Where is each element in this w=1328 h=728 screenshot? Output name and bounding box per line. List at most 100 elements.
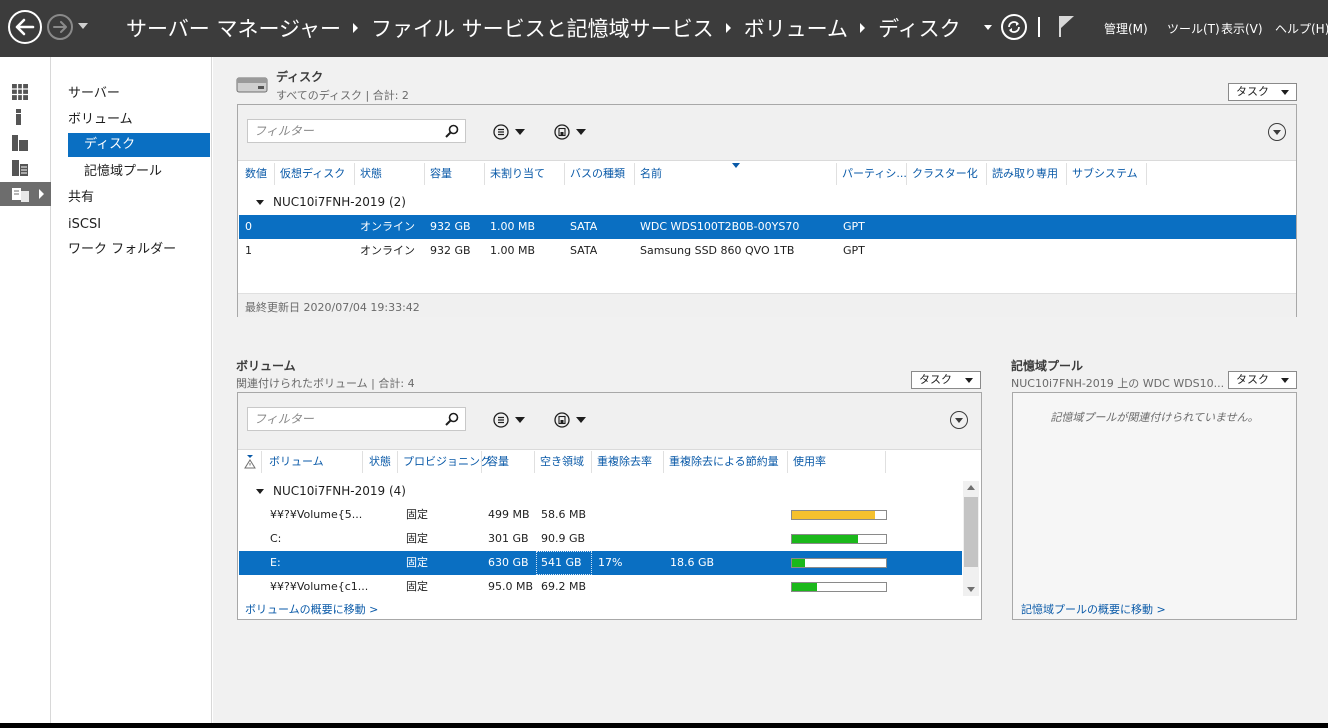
breadcrumb-item[interactable]: サーバー マネージャー	[126, 13, 341, 43]
breadcrumb-dropdown[interactable]	[984, 25, 992, 30]
chevron-down-icon	[576, 129, 586, 135]
menu-help[interactable]: ヘルプ(H)	[1275, 20, 1328, 37]
column-divider	[591, 451, 592, 473]
column-divider	[424, 163, 425, 185]
dashboard-nav[interactable]	[0, 80, 51, 104]
breadcrumb-item[interactable]: ディスク	[878, 13, 961, 43]
scroll-down-icon[interactable]	[967, 587, 975, 592]
tree-item-disks[interactable]: ディスク	[68, 133, 210, 157]
disks-expand-button[interactable]	[1268, 123, 1286, 141]
table-row[interactable]: C: 固定 301 GB 90.9 GB	[239, 527, 962, 551]
col-free-space[interactable]: 空き領域	[540, 451, 584, 473]
column-divider	[986, 163, 987, 185]
volumes-filter-input[interactable]: フィルター	[247, 407, 466, 431]
tree-item-volumes[interactable]: ボリューム	[68, 108, 133, 132]
scrollbar-thumb[interactable]	[964, 497, 978, 567]
col-number[interactable]: 数値	[245, 163, 267, 185]
disks-list-options-button[interactable]	[493, 124, 525, 140]
search-icon[interactable]	[445, 124, 459, 138]
column-divider	[274, 163, 275, 185]
disks-group-header[interactable]: NUC10i7FNH-2019 (2)	[256, 195, 406, 209]
history-dropdown[interactable]	[78, 23, 88, 29]
cell-capacity: 95.0 MB	[488, 580, 534, 593]
chevron-down-icon	[576, 417, 586, 423]
menu-manage[interactable]: 管理(M)	[1104, 20, 1148, 37]
main-content: ディスク すべてのディスク | 合計: 2 タスク フィルター 数値 仮想ディス…	[213, 57, 1328, 728]
tree-item-shares[interactable]: 共有	[68, 186, 94, 210]
list-options-icon	[493, 124, 509, 140]
col-usage[interactable]: 使用率	[793, 451, 826, 473]
col-capacity[interactable]: 容量	[487, 451, 509, 473]
tree-item-iscsi[interactable]: iSCSI	[68, 213, 101, 237]
refresh-button[interactable]	[1001, 14, 1027, 40]
disks-filter-input[interactable]: フィルター	[247, 119, 466, 143]
col-partition[interactable]: パーティシ...	[842, 163, 907, 185]
col-state[interactable]: 状態	[369, 451, 391, 473]
file-services-nav[interactable]	[0, 156, 51, 180]
arrow-left-icon	[15, 18, 35, 36]
volumes-expand-button[interactable]	[950, 411, 968, 429]
volumes-list-options-button[interactable]	[493, 412, 525, 428]
warning-sort-icon[interactable]	[244, 455, 256, 469]
local-server-nav[interactable]	[0, 105, 51, 129]
usage-bar	[791, 558, 887, 568]
go-to-volumes-overview-link[interactable]: ボリュームの概要に移動 >	[245, 601, 378, 617]
breadcrumb-item[interactable]: ボリューム	[744, 13, 848, 43]
menu-tools[interactable]: ツール(T)	[1167, 20, 1220, 37]
forward-button[interactable]	[47, 14, 73, 40]
column-divider	[484, 163, 485, 185]
col-dedup-rate[interactable]: 重複除去率	[597, 451, 652, 473]
table-row[interactable]: 0 オンライン 932 GB 1.00 MB SATA WDC WDS100T2…	[239, 215, 1296, 239]
col-clustered[interactable]: クラスター化	[912, 163, 978, 185]
refresh-icon	[1008, 21, 1020, 33]
tree-item-storage-pools[interactable]: 記憶域プール	[84, 160, 162, 184]
all-servers-nav[interactable]	[0, 131, 51, 155]
column-divider	[354, 163, 355, 185]
tree-item-work-folders[interactable]: ワーク フォルダー	[68, 238, 176, 262]
table-row[interactable]: ¥¥?¥Volume{c1... 固定 95.0 MB 69.2 MB	[239, 575, 962, 599]
usage-bar-fill	[792, 583, 818, 591]
storage-services-nav[interactable]	[0, 182, 51, 206]
cell-partition: GPT	[843, 244, 865, 257]
col-virtual-disk[interactable]: 仮想ディスク	[280, 163, 345, 185]
table-row[interactable]: 1 オンライン 932 GB 1.00 MB SATA Samsung SSD …	[239, 239, 1296, 263]
column-divider	[481, 451, 482, 473]
volumes-save-query-button[interactable]	[554, 412, 586, 428]
col-dedup-savings[interactable]: 重複除去による節約量	[669, 451, 779, 473]
col-capacity[interactable]: 容量	[430, 163, 452, 185]
col-provisioning[interactable]: プロビジョニング	[403, 451, 491, 473]
disks-save-query-button[interactable]	[554, 124, 586, 140]
task-label: タスク	[919, 373, 952, 386]
chevron-down-icon	[515, 417, 525, 423]
disks-subtitle: すべてのディスク | 合計: 2	[276, 89, 409, 102]
col-name[interactable]: 名前	[640, 163, 662, 185]
col-volume[interactable]: ボリューム	[269, 451, 324, 473]
cell-capacity: 630 GB	[488, 556, 529, 569]
search-icon[interactable]	[445, 412, 459, 426]
volumes-toolbar: フィルター	[238, 393, 981, 450]
col-state[interactable]: 状態	[360, 163, 382, 185]
col-subsystem[interactable]: サブシステム	[1072, 163, 1138, 185]
table-row[interactable]: E: 固定 630 GB 541 GB 17% 18.6 GB	[239, 551, 962, 575]
disks-task-button[interactable]: タスク	[1228, 83, 1297, 101]
storage-pool-task-button[interactable]: タスク	[1228, 371, 1297, 389]
table-row[interactable]: ¥¥?¥Volume{5... 固定 499 MB 58.6 MB	[239, 503, 962, 527]
menu-view[interactable]: 表示(V)	[1221, 20, 1263, 37]
volumes-task-button[interactable]: タスク	[911, 371, 981, 389]
col-unallocated[interactable]: 未割り当て	[490, 163, 545, 185]
back-button[interactable]	[8, 10, 42, 44]
chevron-right-icon	[725, 23, 731, 33]
tree-item-servers[interactable]: サーバー	[68, 82, 120, 106]
col-read-only[interactable]: 読み取り専用	[992, 163, 1058, 185]
notifications-button[interactable]	[1058, 14, 1076, 41]
scroll-up-icon[interactable]	[967, 485, 975, 490]
servers-icon	[12, 135, 28, 151]
volumes-group-header[interactable]: NUC10i7FNH-2019 (4)	[256, 484, 406, 498]
cell-provisioning: 固定	[406, 556, 428, 569]
cell-dedup-savings: 18.6 GB	[670, 556, 715, 569]
col-bus-type[interactable]: バスの種類	[570, 163, 625, 185]
volumes-scrollbar[interactable]	[963, 481, 979, 596]
breadcrumb-item[interactable]: ファイル サービスと記憶域サービス	[371, 13, 714, 43]
column-divider	[534, 451, 535, 473]
go-to-storage-pool-overview-link[interactable]: 記憶域プールの概要に移動 >	[1021, 601, 1166, 617]
